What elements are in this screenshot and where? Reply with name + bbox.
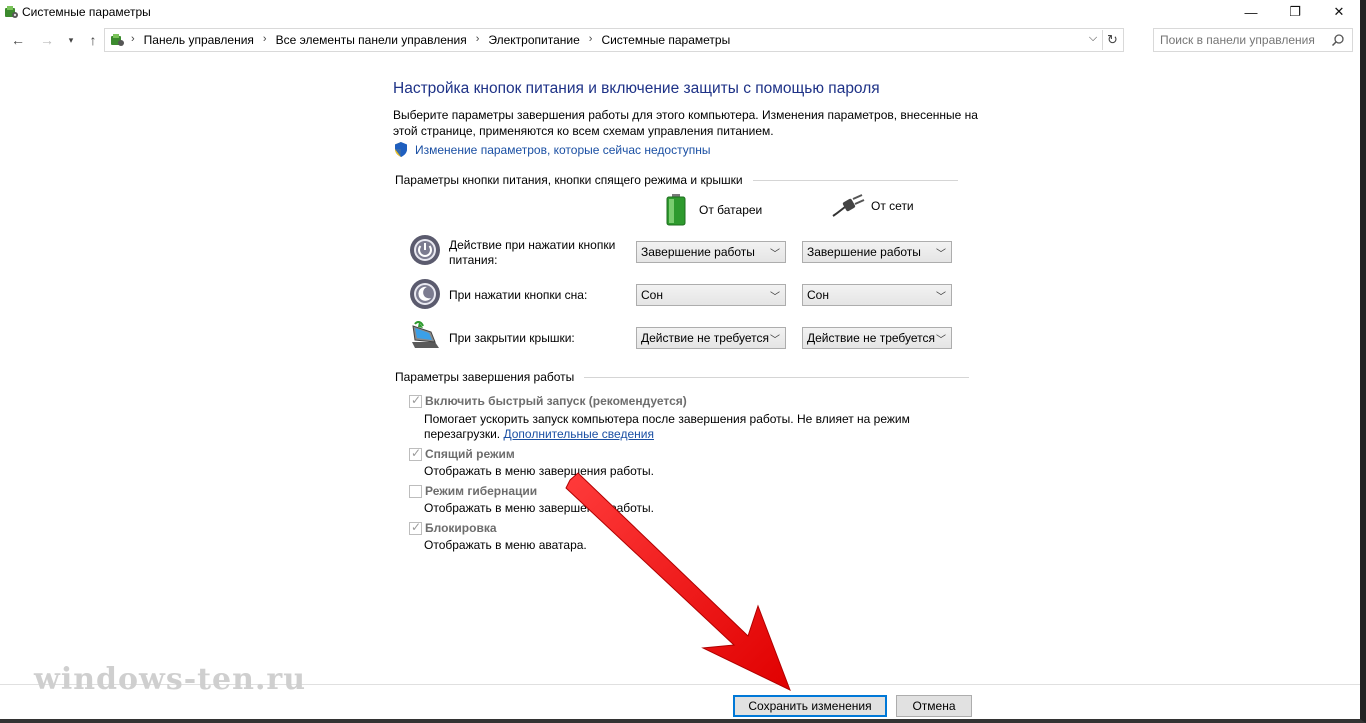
chevron-down-icon: ﹀ xyxy=(770,292,780,303)
change-settings-link[interactable]: Изменение параметров, которые сейчас нед… xyxy=(415,143,711,157)
lock-option[interactable]: Блокировка xyxy=(409,520,497,535)
power-plug-icon xyxy=(832,194,865,217)
hibernate-checkbox[interactable] xyxy=(409,485,422,498)
breadcrumb-system-settings[interactable]: Системные параметры xyxy=(601,33,730,47)
select-value: Действие не требуется xyxy=(807,331,936,345)
sleep-label: Спящий режим xyxy=(425,447,515,461)
control-panel-icon xyxy=(5,6,18,18)
sleep-checkbox[interactable] xyxy=(409,446,422,461)
up-arrow-icon[interactable]: ↑ xyxy=(84,30,102,50)
power-buttons-group-title: Параметры кнопки питания, кнопки спящего… xyxy=(395,173,743,187)
sleep-description: Отображать в меню завершения работы. xyxy=(424,464,655,478)
plugged-column-label: От сети xyxy=(871,199,914,213)
select-value: Сон xyxy=(641,288,663,302)
divider xyxy=(584,376,970,378)
close-button[interactable]: ✕ xyxy=(1316,0,1362,24)
page-title: Настройка кнопок питания и включение защ… xyxy=(393,80,880,97)
address-dropdown-chevron-icon[interactable]: ⌵ xyxy=(1085,32,1101,48)
laptop-lid-icon xyxy=(412,320,439,348)
select-value: Завершение работы xyxy=(641,245,755,259)
maximize-button[interactable]: ❐ xyxy=(1272,0,1318,24)
save-changes-button[interactable]: Сохранить изменения xyxy=(733,695,887,717)
sleep-option[interactable]: Спящий режим xyxy=(409,446,515,461)
hibernate-description: Отображать в меню завершения работы. xyxy=(424,501,655,515)
title-bar: Системные параметры — ❐ ✕ xyxy=(0,0,1360,24)
lock-checkbox[interactable] xyxy=(409,520,422,535)
navigation-bar: ← → ▾ ↑ › Панель управления › Все элемен… xyxy=(0,26,1360,54)
divider xyxy=(752,179,958,181)
breadcrumb-all-items[interactable]: Все элементы панели управления xyxy=(276,33,467,47)
window: Системные параметры — ❐ ✕ ← → ▾ ↑ › Пане… xyxy=(0,0,1366,723)
sleep-button-icon xyxy=(410,279,440,309)
chevron-right-icon: › xyxy=(131,33,135,45)
select-value: Сон xyxy=(807,288,829,302)
page-description: Выберите параметры завершения работы для… xyxy=(393,108,978,138)
hibernate-option[interactable]: Режим гибернации xyxy=(409,484,537,498)
chevron-down-icon: ﹀ xyxy=(936,292,946,303)
sleep-button-label: При нажатии кнопки сна: xyxy=(449,288,588,302)
forward-arrow-icon[interactable]: → xyxy=(38,30,56,50)
chevron-down-icon: ﹀ xyxy=(936,335,946,346)
hibernate-label: Режим гибернации xyxy=(425,484,538,498)
fast-startup-option[interactable]: Включить быстрый запуск (рекомендуется) xyxy=(409,393,687,408)
chevron-right-icon: › xyxy=(475,33,480,45)
shutdown-group-header: Параметры завершения работы xyxy=(395,370,970,384)
lid-close-label: При закрытии крышки: xyxy=(449,331,575,345)
chevron-down-icon: ﹀ xyxy=(770,249,780,260)
power-button-icon xyxy=(410,235,440,265)
search-icon[interactable] xyxy=(1331,33,1345,47)
search-box[interactable] xyxy=(1153,28,1353,52)
change-unavailable-settings[interactable]: Изменение параметров, которые сейчас нед… xyxy=(393,141,711,158)
lock-description: Отображать в меню аватара. xyxy=(424,538,587,552)
plugged-column-header: От сети xyxy=(831,194,914,218)
back-arrow-icon[interactable]: ← xyxy=(9,30,27,50)
uac-shield-icon xyxy=(395,142,407,157)
sleep-button-battery-select[interactable]: Сон ﹀ xyxy=(636,284,786,306)
select-value: Действие не требуется xyxy=(641,331,770,345)
lock-label: Блокировка xyxy=(425,521,497,535)
power-buttons-group-header: Параметры кнопки питания, кнопки спящего… xyxy=(395,173,958,187)
cancel-button[interactable]: Отмена xyxy=(896,695,972,717)
watermark: windows-ten.ru xyxy=(34,662,307,697)
chevron-right-icon: › xyxy=(262,33,267,45)
window-title: Системные параметры xyxy=(22,5,151,19)
fast-startup-label: Включить быстрый запуск (рекомендуется) xyxy=(425,394,687,408)
search-input[interactable] xyxy=(1160,32,1326,48)
select-value: Завершение работы xyxy=(807,245,921,259)
address-bar[interactable]: › Панель управления › Все элементы панел… xyxy=(104,28,1124,52)
refresh-icon[interactable]: ↻ xyxy=(1102,30,1122,50)
chevron-down-icon: ﹀ xyxy=(936,249,946,260)
control-panel-icon xyxy=(111,34,124,46)
shutdown-group-title: Параметры завершения работы xyxy=(395,370,575,384)
breadcrumb-power-options[interactable]: Электропитание xyxy=(488,33,579,47)
breadcrumb: › Панель управления › Все элементы панел… xyxy=(131,33,730,47)
more-info-link[interactable]: Дополнительные сведения xyxy=(503,427,653,441)
battery-column-label: От батареи xyxy=(699,203,763,217)
fast-startup-desc-text: Помогает ускорить запуск компьютера посл… xyxy=(424,412,910,441)
battery-icon xyxy=(666,194,686,226)
minimize-button[interactable]: — xyxy=(1228,0,1274,24)
chevron-down-icon: ﹀ xyxy=(770,335,780,346)
fast-startup-description: Помогает ускорить запуск компьютера посл… xyxy=(424,412,964,442)
power-button-action-label: Действие при нажатии кнопки питания: xyxy=(449,238,616,267)
power-button-battery-select[interactable]: Завершение работы ﹀ xyxy=(636,241,786,263)
breadcrumb-control-panel[interactable]: Панель управления xyxy=(144,33,254,47)
sleep-button-plugged-select[interactable]: Сон ﹀ xyxy=(802,284,952,306)
power-button-plugged-select[interactable]: Завершение работы ﹀ xyxy=(802,241,952,263)
lid-close-battery-select[interactable]: Действие не требуется ﹀ xyxy=(636,327,786,349)
chevron-right-icon: › xyxy=(588,33,593,45)
battery-column-header: От батареи xyxy=(665,194,762,226)
recent-chevron-down-icon[interactable]: ▾ xyxy=(62,30,80,50)
lid-close-plugged-select[interactable]: Действие не требуется ﹀ xyxy=(802,327,952,349)
fast-startup-checkbox[interactable] xyxy=(409,393,422,408)
